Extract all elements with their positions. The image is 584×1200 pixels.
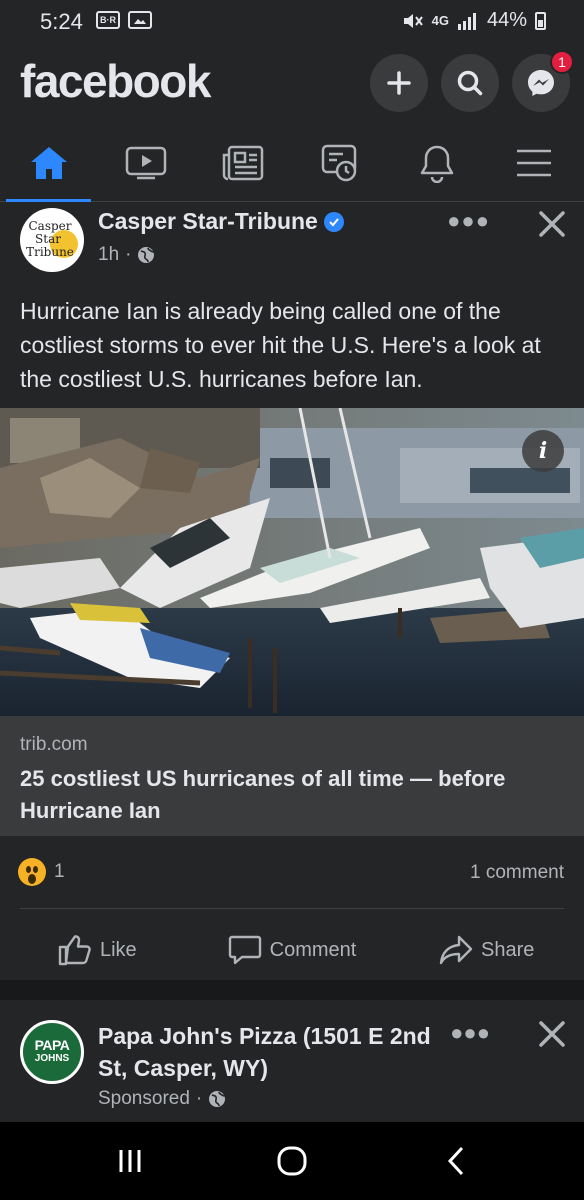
sponsor-avatar[interactable]: PAPA JOHNS	[20, 1020, 84, 1084]
network-type: 4G	[431, 13, 449, 28]
feed-post: Casper Star Tribune Casper Star-Tribune …	[0, 202, 584, 980]
android-nav-bar	[0, 1122, 584, 1200]
messenger-button[interactable]: 1	[512, 50, 574, 112]
close-icon	[539, 1021, 565, 1047]
sponsor-name[interactable]: Papa John's Pizza (1501 E 2nd St, Casper…	[98, 1020, 438, 1084]
memories-icon	[321, 144, 356, 182]
messenger-badge: 1	[550, 50, 574, 74]
tab-notifications[interactable]	[388, 124, 485, 202]
info-button[interactable]: i	[522, 430, 564, 472]
video-icon	[125, 146, 166, 180]
page-name[interactable]: Casper Star-Tribune	[98, 208, 344, 235]
app-header: facebook 1	[0, 44, 584, 124]
status-bar: 5:24 B·R 4G 44%	[0, 0, 584, 44]
mute-icon	[403, 13, 423, 28]
comment-icon	[228, 935, 261, 965]
gallery-icon	[128, 11, 152, 29]
signal-icon	[457, 12, 476, 30]
like-icon	[58, 935, 91, 966]
tab-memories[interactable]	[291, 124, 388, 202]
menu-icon	[516, 149, 551, 177]
search-button[interactable]	[441, 54, 499, 112]
status-time: 5:24	[40, 9, 83, 34]
globe-icon	[209, 1091, 226, 1107]
post-meta: 1h ·	[98, 244, 155, 266]
sponsor-more-options-button[interactable]: ●●●	[450, 1020, 490, 1046]
home-icon	[30, 147, 67, 179]
tab-news[interactable]	[194, 124, 291, 202]
news-icon	[222, 145, 263, 181]
post-image[interactable]: i	[0, 408, 584, 716]
share-button[interactable]: Share	[389, 922, 584, 978]
link-domain: trib.com	[20, 734, 88, 755]
home-circle-icon	[277, 1146, 307, 1176]
tab-home[interactable]	[0, 124, 97, 202]
sponsored-label[interactable]: Sponsored	[98, 1088, 190, 1110]
globe-icon	[138, 247, 155, 263]
recents-icon	[119, 1150, 141, 1172]
link-title[interactable]: 25 costliest US hurricanes of all time —…	[20, 763, 560, 827]
svg-text:Star: Star	[35, 232, 61, 246]
divider	[20, 908, 564, 909]
svg-text:Tribune: Tribune	[26, 245, 74, 259]
wow-reaction-icon	[18, 858, 46, 886]
nav-tabs	[0, 124, 584, 202]
battery-percent: 44%	[486, 9, 527, 31]
comments-count[interactable]: 1 comment	[470, 862, 564, 884]
br-icon: B·R	[96, 11, 120, 29]
search-icon	[457, 70, 483, 96]
post-time[interactable]: 1h	[98, 244, 119, 266]
post-actions: Like Comment Share	[0, 922, 584, 978]
link-preview[interactable]: trib.com 25 costliest US hurricanes of a…	[0, 716, 584, 836]
svg-text:Casper: Casper	[28, 219, 71, 233]
bell-icon	[420, 145, 453, 183]
comment-button[interactable]: Comment	[195, 922, 390, 978]
home-button[interactable]	[232, 1122, 352, 1200]
sponsored-post: PAPA JOHNS Papa John's Pizza (1501 E 2nd…	[0, 1000, 584, 1122]
back-icon	[447, 1146, 464, 1176]
close-icon	[539, 211, 565, 237]
tab-menu[interactable]	[485, 124, 582, 202]
battery-icon	[535, 11, 546, 30]
sponsor-hide-button[interactable]	[538, 1014, 566, 1057]
facebook-logo[interactable]: facebook	[20, 54, 211, 108]
share-icon	[439, 935, 473, 965]
hurricane-damage-photo	[0, 408, 584, 716]
more-options-button[interactable]: ●●●	[447, 208, 490, 234]
page-avatar[interactable]: Casper Star Tribune	[20, 208, 84, 272]
verified-icon	[323, 211, 344, 232]
reactions-summary[interactable]: 1	[18, 858, 65, 886]
hide-post-button[interactable]	[538, 202, 566, 247]
like-button[interactable]: Like	[0, 922, 195, 978]
sponsor-meta: Sponsored ·	[98, 1088, 226, 1110]
reaction-count: 1	[54, 861, 65, 882]
tab-watch[interactable]	[97, 124, 194, 202]
create-button[interactable]	[370, 54, 428, 112]
add-icon	[387, 71, 411, 95]
feed-separator	[0, 980, 584, 1000]
post-text: Hurricane Ian is already being called on…	[20, 298, 541, 392]
recent-apps-button[interactable]	[70, 1122, 190, 1200]
messenger-icon	[528, 70, 554, 96]
back-button[interactable]	[396, 1122, 516, 1200]
